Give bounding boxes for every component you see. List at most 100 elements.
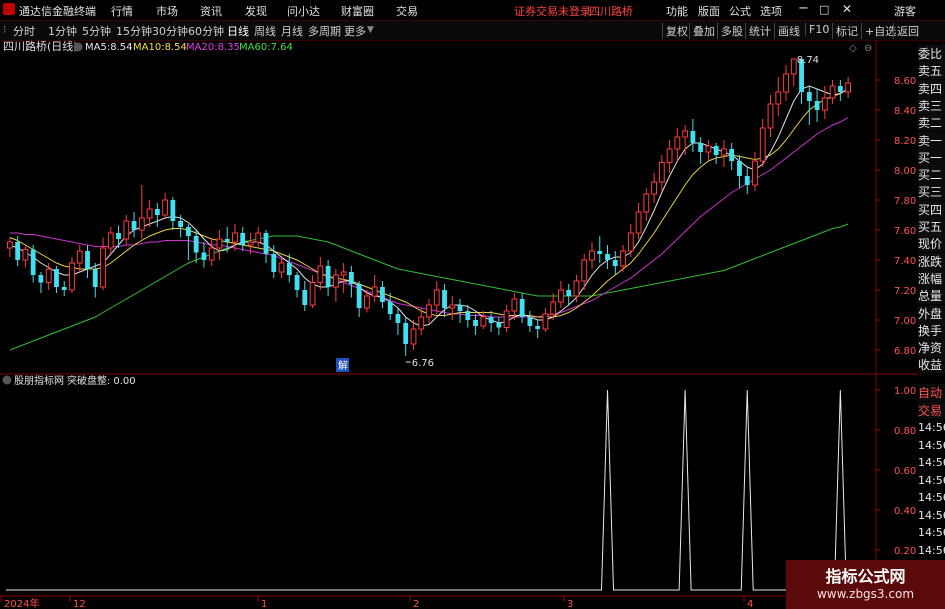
candle: [123, 215, 130, 245]
candle: [178, 215, 184, 238]
period-60min[interactable]: 60分钟: [188, 23, 224, 39]
chart-title-dropdown-icon[interactable]: [73, 42, 83, 52]
minimize-icon[interactable]: −: [798, 1, 809, 16]
menu-gongshi[interactable]: 公式: [729, 3, 751, 19]
close-icon[interactable]: ✕: [842, 2, 852, 16]
indicator-line-label: 突破盘整: 0.00: [67, 374, 136, 387]
price-tick-label: 8.20: [894, 136, 916, 147]
candle: [154, 203, 160, 227]
maximize-icon[interactable]: □: [819, 3, 829, 16]
candle: [806, 86, 812, 125]
candle: [232, 224, 238, 251]
btn-fuquan[interactable]: 复权: [662, 23, 688, 39]
menu-jiaoyi[interactable]: 交易: [396, 3, 418, 19]
auto-trade-label[interactable]: 交易: [918, 402, 945, 419]
trade-time: 14:56: [918, 438, 945, 452]
candle: [535, 320, 541, 338]
ma5-label: MA5:8.54: [85, 42, 132, 53]
candlesticks: [6, 58, 852, 363]
candle: [457, 299, 463, 323]
menu-hangqing[interactable]: 行情: [111, 3, 133, 19]
quote-row-label: 现价: [918, 235, 945, 253]
login-warning[interactable]: 证券交易未登录: [514, 3, 591, 19]
quote-row-label: 涨幅: [918, 269, 945, 287]
watermark-url: www.zbgs3.com: [816, 587, 915, 601]
quote-row-label: 涨跌: [918, 252, 945, 270]
indicator-tick-label: 1.00: [894, 386, 916, 397]
ma20-line: [9, 117, 849, 318]
period-fenshi[interactable]: 分时: [13, 23, 35, 39]
auto-trade-label[interactable]: 自动: [918, 384, 945, 401]
candle: [76, 245, 83, 272]
candle: [403, 317, 409, 356]
candle: [705, 140, 712, 161]
menu-shichang[interactable]: 市场: [156, 3, 178, 19]
guest-user[interactable]: 游客: [894, 3, 916, 19]
candle: [6, 237, 13, 257]
date-axis: 2024年 12 1 2 3 4: [0, 596, 753, 609]
date-tick-label: 3: [567, 599, 573, 609]
indicator-dropdown-icon[interactable]: [2, 375, 12, 385]
btn-back[interactable]: 返回: [893, 23, 919, 39]
menu-faxian[interactable]: 发现: [245, 3, 267, 19]
btn-biaoji[interactable]: 标记: [832, 23, 858, 39]
btn-f10[interactable]: F10: [805, 23, 829, 36]
btn-huaxian[interactable]: 画线: [774, 23, 800, 39]
candle: [278, 257, 285, 278]
candle: [449, 296, 456, 320]
chart-area[interactable]: 8.60 8.40 8.20 8.00 7.80 7.60 7.40 7.20 7.00 6.80…: [0, 40, 918, 609]
btn-add-watchlist[interactable]: +自选: [861, 23, 896, 39]
candle: [201, 242, 207, 268]
btn-tongji[interactable]: 统计: [745, 23, 771, 39]
candle: [744, 167, 750, 194]
quote-row-label: 买一: [918, 148, 945, 166]
period-daily[interactable]: 日线: [227, 23, 249, 39]
candle: [286, 254, 292, 283]
period-multi[interactable]: 多周期: [308, 23, 341, 39]
menu-banmian[interactable]: 版面: [698, 3, 720, 19]
candle: [348, 266, 354, 298]
period-more[interactable]: 更多: [344, 23, 366, 39]
chart-options-icon[interactable]: ⊖: [864, 43, 872, 54]
menu-zixun[interactable]: 资讯: [200, 3, 222, 19]
menu-wenxiaoda[interactable]: 问小达: [287, 3, 320, 19]
btn-duogu[interactable]: 多股: [717, 23, 743, 39]
price-tick-label: 7.40: [894, 256, 916, 267]
candle: [666, 140, 673, 173]
period-weekly[interactable]: 周线: [254, 23, 276, 39]
price-tick-label: 6.80: [894, 346, 916, 357]
trade-time: 14:56: [918, 508, 945, 522]
menu-toggle-icon[interactable]: ⁝: [3, 23, 7, 36]
chart-diamond-icon[interactable]: ◇: [849, 43, 857, 54]
candle: [658, 155, 665, 191]
menu-gongneng[interactable]: 功能: [666, 3, 688, 19]
candle: [752, 152, 758, 191]
indicator-tick-label: 0.80: [894, 426, 916, 437]
period-1min[interactable]: 1分钟: [48, 23, 77, 39]
candle: [627, 224, 634, 257]
candle: [100, 237, 106, 290]
candle: [635, 203, 642, 239]
period-30min[interactable]: 30分钟: [152, 23, 188, 39]
more-dropdown-icon[interactable]: ▼: [367, 25, 374, 35]
period-5min[interactable]: 5分钟: [82, 23, 111, 39]
price-tick-label: 8.60: [894, 76, 916, 87]
period-15min[interactable]: 15分钟: [116, 23, 152, 39]
menu-caifuquan[interactable]: 财富圈: [341, 3, 374, 19]
btn-diejia[interactable]: 叠加: [689, 23, 715, 39]
candle: [309, 275, 316, 308]
menu-xuanxiang[interactable]: 选项: [760, 3, 782, 19]
candle: [713, 143, 719, 164]
price-axis: 8.60 8.40 8.20 8.00 7.80 7.60 7.40 7.20 7.00 6.80: [876, 76, 916, 357]
candle: [775, 77, 782, 116]
indicator-tick-label: 0.40: [894, 506, 916, 517]
indicator-tick-label: 0.60: [894, 466, 916, 477]
candle: [790, 58, 797, 86]
candle: [263, 230, 269, 263]
candle: [371, 275, 378, 302]
candle: [22, 245, 29, 268]
period-monthly[interactable]: 月线: [281, 23, 303, 39]
indicator-tick-label: 0.20: [894, 546, 916, 557]
price-tick-label: 7.20: [894, 286, 916, 297]
chart-title: 四川路桥(日线): [3, 40, 78, 53]
